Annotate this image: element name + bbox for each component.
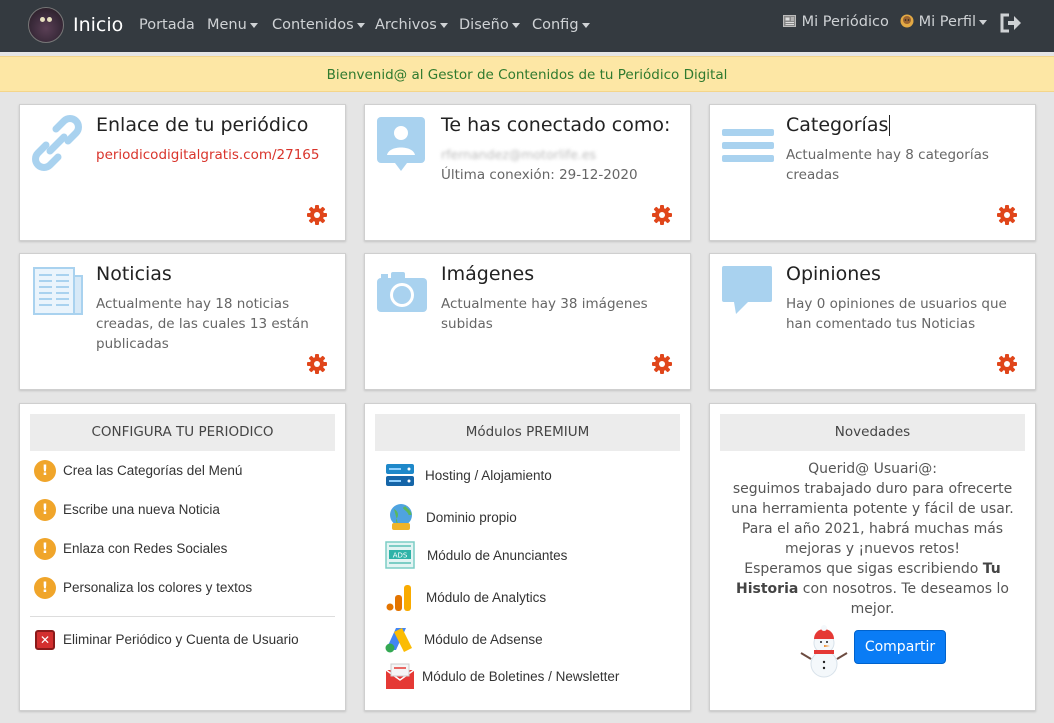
delete-account-link[interactable]: Eliminar Periódico y Cuenta de Usuario <box>63 632 299 647</box>
user-email: rfernandez@motorlife.es <box>441 147 597 162</box>
panel-novedades: Novedades Querid@ Usuari@: seguimos trab… <box>709 403 1036 711</box>
panel-configura: CONFIGURA TU PERIODICO Crea las Categorí… <box>19 403 346 711</box>
card-text: Actualmente hay 18 noticias creadas, de … <box>96 296 309 352</box>
card-enlace: Enlace de tu periódico periodicodigitalg… <box>19 104 346 241</box>
warning-icon <box>34 499 56 521</box>
card-imagenes: Imágenes Actualmente hay 38 imágenes sub… <box>364 253 691 390</box>
text-cursor <box>889 115 891 136</box>
gear-icon[interactable] <box>651 353 673 375</box>
premium-item-analytics[interactable]: Módulo de Analytics <box>426 590 546 605</box>
chain-link-icon <box>32 115 82 171</box>
config-link-redes[interactable]: Enlaza con Redes Sociales <box>63 541 227 556</box>
nav-item-diseno[interactable]: Diseño <box>459 17 520 33</box>
chevron-down-icon <box>249 22 258 28</box>
nav-item-menu[interactable]: Menu <box>207 17 258 33</box>
card-title: Categorías <box>786 114 891 136</box>
card-title: Te has conectado como: <box>441 114 671 136</box>
warning-icon <box>34 538 56 560</box>
nav-item-mi-perfil[interactable]: Mi Perfil <box>900 14 988 30</box>
chevron-down-icon <box>979 19 988 25</box>
nav-brand[interactable]: Inicio <box>73 14 123 36</box>
card-text: Actualmente hay 38 imágenes subidas <box>441 296 648 332</box>
warning-icon <box>34 577 56 599</box>
warning-icon <box>34 460 56 482</box>
panel-premium: Módulos PREMIUM Hosting / Alojamiento Do… <box>364 403 691 711</box>
newspaper-link[interactable]: periodicodigitalgratis.com/27165 <box>96 147 319 163</box>
newspaper-icon <box>33 267 83 315</box>
gear-icon[interactable] <box>996 204 1018 226</box>
analytics-icon <box>386 585 411 611</box>
last-connection: Última conexión: 29-12-2020 <box>441 167 638 183</box>
speech-bubble-icon <box>722 266 772 314</box>
card-conectado: Te has conectado como: rfernandez@motorl… <box>364 104 691 241</box>
nav-item-archivos[interactable]: Archivos <box>375 17 448 33</box>
nav-item-portada[interactable]: Portada <box>139 17 195 33</box>
svg-text:ADS: ADS <box>393 552 408 560</box>
config-link-noticia[interactable]: Escribe una nueva Noticia <box>63 502 220 517</box>
camera-icon <box>377 272 427 312</box>
logout-icon[interactable] <box>1000 13 1022 33</box>
premium-item-adsense[interactable]: Módulo de Adsense <box>424 632 543 647</box>
user-face-icon <box>900 14 914 28</box>
delete-icon <box>35 630 55 650</box>
top-navbar: Inicio Portada Menu Contenidos Archivos … <box>0 0 1054 52</box>
news-text: Querid@ Usuari@: seguimos trabajado duro… <box>720 459 1025 619</box>
envelope-icon <box>385 663 415 689</box>
card-opiniones: Opiniones Hay 0 opiniones de usuarios qu… <box>709 253 1036 390</box>
card-title: Noticias <box>96 263 172 285</box>
globe-icon <box>390 504 412 530</box>
nav-item-contenidos[interactable]: Contenidos <box>272 17 365 33</box>
snowman-icon <box>800 625 848 678</box>
adsense-icon <box>385 628 412 653</box>
gear-icon[interactable] <box>306 204 328 226</box>
premium-item-newsletter[interactable]: Módulo de Boletines / Newsletter <box>422 669 619 684</box>
news-closing: Esperamos que sigas escribiendo Tu Histo… <box>736 561 1009 617</box>
menu-lines-icon <box>722 129 774 162</box>
news-greeting: Querid@ Usuari@: <box>808 461 937 477</box>
premium-item-hosting[interactable]: Hosting / Alojamiento <box>425 468 552 483</box>
nav-item-mi-periodico[interactable]: Mi Periódico <box>783 14 889 30</box>
card-title: Imágenes <box>441 263 535 285</box>
card-noticias: Noticias Actualmente hay 18 noticias cre… <box>19 253 346 390</box>
server-icon <box>386 464 414 486</box>
chevron-down-icon <box>439 22 448 28</box>
chevron-down-icon <box>581 22 590 28</box>
card-title: Opiniones <box>786 263 881 285</box>
panel-header: CONFIGURA TU PERIODICO <box>30 414 335 451</box>
config-link-colores[interactable]: Personaliza los colores y textos <box>63 580 252 595</box>
gear-icon[interactable] <box>651 204 673 226</box>
user-profile-icon <box>377 117 425 171</box>
premium-item-dominio[interactable]: Dominio propio <box>426 510 517 525</box>
nav-item-config[interactable]: Config <box>532 17 590 33</box>
avatar[interactable] <box>28 7 64 43</box>
card-text: Actualmente hay 8 categorías creadas <box>786 147 989 183</box>
config-link-categorias[interactable]: Crea las Categorías del Menú <box>63 463 242 478</box>
card-text: Hay 0 opiniones de usuarios que han come… <box>786 296 1007 332</box>
card-title: Enlace de tu periódico <box>96 114 309 136</box>
chevron-down-icon <box>356 22 365 28</box>
news-body: seguimos trabajado duro para ofrecerte u… <box>731 481 1014 557</box>
gear-icon[interactable] <box>306 353 328 375</box>
panel-header: Novedades <box>720 414 1025 451</box>
panel-header: Módulos PREMIUM <box>375 414 680 451</box>
welcome-banner: Bienvenid@ al Gestor de Contenidos de tu… <box>0 56 1054 92</box>
divider <box>30 616 335 617</box>
premium-item-anunciantes[interactable]: Módulo de Anunciantes <box>427 548 567 563</box>
card-categorias: Categorías Actualmente hay 8 categorías … <box>709 104 1036 241</box>
gear-icon[interactable] <box>996 353 1018 375</box>
ads-icon: ADS <box>385 541 415 569</box>
newspaper-icon <box>783 15 796 27</box>
chevron-down-icon <box>511 22 520 28</box>
share-button[interactable]: Compartir <box>854 630 946 664</box>
